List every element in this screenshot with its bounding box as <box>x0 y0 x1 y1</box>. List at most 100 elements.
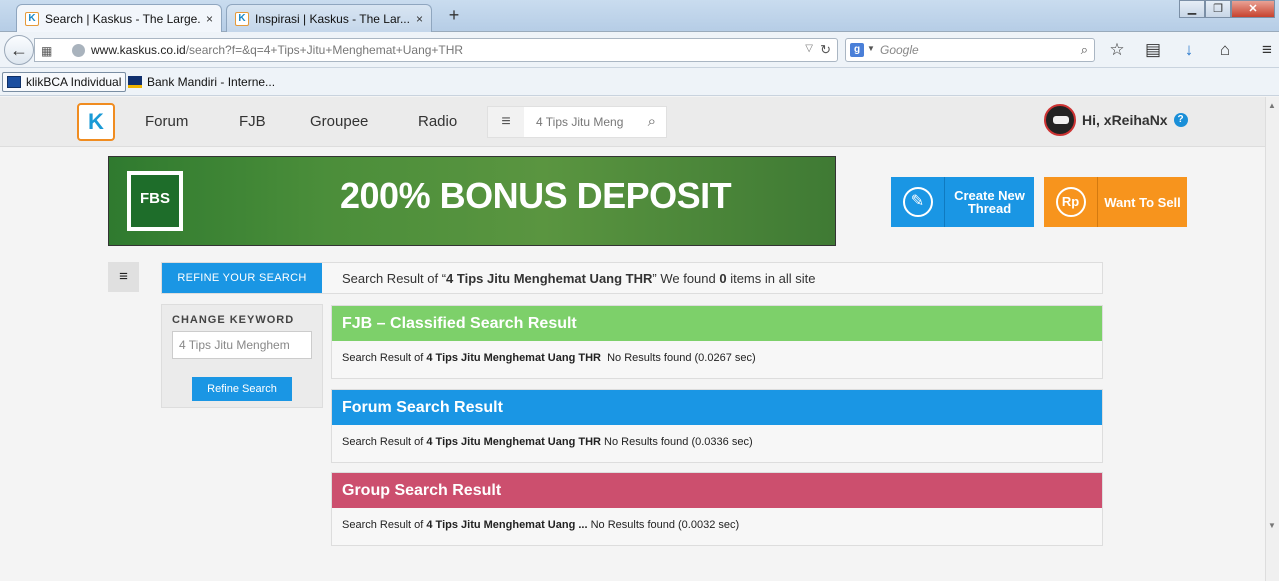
group-results-section: Group Search Result Search Result of 4 T… <box>331 472 1103 546</box>
bca-icon <box>7 76 21 88</box>
scroll-up-icon[interactable]: ▲ <box>1268 101 1276 110</box>
group-results-heading: Group Search Result <box>332 473 1102 508</box>
kaskus-search-input[interactable]: 4 Tips Jitu Meng <box>536 115 628 129</box>
result-prefix: Search Result of <box>342 436 427 448</box>
summary-count: 0 <box>719 271 727 286</box>
download-icon[interactable]: ↓ <box>1178 40 1200 60</box>
new-tab-button[interactable]: + <box>444 6 464 26</box>
result-status: No Results found (0.0267 sec) <box>600 352 756 364</box>
maximize-button[interactable]: ❐ <box>1205 0 1231 18</box>
nav-forum[interactable]: Forum <box>145 113 188 130</box>
user-menu[interactable]: Hi, xReihaNx ? <box>1044 104 1188 136</box>
change-keyword-heading: CHANGE KEYWORD <box>172 314 295 326</box>
minimize-button[interactable]: ▁ <box>1179 0 1205 18</box>
toolbar-icons: ☆ ▤ ↓ ⌂ ≡ <box>1106 40 1278 60</box>
result-query: 4 Tips Jitu Menghemat Uang THR <box>426 352 601 364</box>
result-prefix: Search Result of <box>342 352 427 364</box>
fjb-results-heading: FJB – Classified Search Result <box>332 306 1102 341</box>
bookmark-label: Bank Mandiri - Interne... <box>147 75 276 89</box>
search-icon[interactable]: ⌕ <box>648 113 656 130</box>
kaskus-favicon-icon: K <box>235 11 249 26</box>
google-icon[interactable]: g <box>850 43 864 57</box>
want-to-sell-button[interactable]: Rp Want To Sell <box>1044 177 1187 227</box>
url-path: /search?f=&q=4+Tips+Jitu+Menghemat+Uang+… <box>185 43 464 57</box>
sidebar-toggle-button[interactable]: ≡ <box>108 262 139 292</box>
url-text: www.kaskus.co.id/search?f=&q=4+Tips+Jitu… <box>91 43 463 57</box>
bookmark-star-icon[interactable]: ☆ <box>1106 40 1128 60</box>
forum-results-heading: Forum Search Result <box>332 390 1102 425</box>
result-status: No Results found (0.0032 sec) <box>587 519 740 531</box>
dropdown-icon[interactable]: ▽ <box>805 43 813 54</box>
rupiah-glyph: Rp <box>1055 187 1086 217</box>
url-domain: www.kaskus.co.id <box>91 43 186 57</box>
close-window-button[interactable]: ✕ <box>1231 0 1275 18</box>
vertical-scrollbar[interactable]: ▲ ▼ <box>1265 97 1279 581</box>
banner-headline: 200% BONUS DEPOSIT <box>340 175 732 216</box>
summary-mid: ” We found <box>652 271 720 286</box>
menu-icon[interactable]: ≡ <box>1256 40 1278 60</box>
tab-title: Search | Kaskus - The Large... <box>45 11 200 26</box>
forum-results-body: Search Result of 4 Tips Jitu Menghemat U… <box>332 425 1102 462</box>
change-keyword-panel: CHANGE KEYWORD 4 Tips Jitu Menghem Refin… <box>161 304 323 408</box>
create-thread-label: Create New Thread <box>954 188 1025 216</box>
fbs-ad-banner[interactable]: FBS 200% BONUS DEPOSIT <box>108 156 836 246</box>
nav-groupee[interactable]: Groupee <box>310 113 368 130</box>
kaskus-favicon-icon: K <box>25 11 39 26</box>
result-query: 4 Tips Jitu Menghemat Uang THR <box>426 436 601 448</box>
pencil-icon: ✎ <box>891 177 945 227</box>
bookmark-label: klikBCA Individual <box>26 75 122 89</box>
create-thread-button[interactable]: ✎ Create New Thread <box>891 177 1034 227</box>
help-icon[interactable]: ? <box>1173 113 1188 127</box>
tab-groups-icon[interactable]: ▦ <box>41 44 52 58</box>
fjb-results-body: Search Result of 4 Tips Jitu Menghemat U… <box>332 341 1102 378</box>
page-content: K Forum FJB Groupee Radio ≡ 4 Tips Jitu … <box>0 97 1279 581</box>
nav-radio[interactable]: Radio <box>418 113 457 130</box>
tab-search-kaskus[interactable]: K Search | Kaskus - The Large... × <box>16 4 222 32</box>
back-button[interactable]: ← <box>4 35 34 65</box>
pencil-glyph: ✎ <box>902 187 933 217</box>
bookmarks-list-icon[interactable]: ▤ <box>1142 40 1164 60</box>
search-summary: Search Result of “4 Tips Jitu Menghemat … <box>342 271 815 286</box>
mandiri-icon <box>128 76 142 88</box>
keyword-input[interactable]: 4 Tips Jitu Menghem <box>172 331 312 359</box>
browser-search-box[interactable]: g ▼ Google ⌕ <box>845 38 1095 62</box>
summary-prefix: Search Result of “ <box>342 271 447 286</box>
group-results-body: Search Result of 4 Tips Jitu Menghemat U… <box>332 508 1102 545</box>
close-tab-icon[interactable]: × <box>416 12 423 26</box>
fbs-logo: FBS <box>127 171 183 231</box>
user-greeting[interactable]: Hi, xReihaNx <box>1082 112 1168 128</box>
address-bar[interactable]: ▦ www.kaskus.co.id/search?f=&q=4+Tips+Ji… <box>34 38 838 62</box>
tab-inspirasi-kaskus[interactable]: K Inspirasi | Kaskus - The Lar... × <box>226 4 432 32</box>
result-status: No Results found (0.0336 sec) <box>600 436 753 448</box>
reload-icon[interactable]: ↻ <box>820 42 831 58</box>
globe-icon <box>72 44 85 57</box>
home-icon[interactable]: ⌂ <box>1214 40 1236 60</box>
scroll-down-icon[interactable]: ▼ <box>1268 521 1276 530</box>
rupiah-icon: Rp <box>1044 177 1098 227</box>
nav-fjb[interactable]: FJB <box>239 113 266 130</box>
tab-title: Inspirasi | Kaskus - The Lar... <box>255 11 410 26</box>
close-tab-icon[interactable]: × <box>206 12 213 26</box>
browser-tab-bar: K Search | Kaskus - The Large... × K Ins… <box>0 0 1279 32</box>
chevron-down-icon[interactable]: ▼ <box>867 44 875 53</box>
browser-nav-bar: ← ▦ www.kaskus.co.id/search?f=&q=4+Tips+… <box>0 32 1279 68</box>
avatar[interactable] <box>1044 104 1076 136</box>
tab-refine-search[interactable]: REFINE YOUR SEARCH <box>162 263 322 293</box>
summary-suffix: items in all site <box>726 271 816 286</box>
summary-query: 4 Tips Jitu Menghemat Uang THR <box>446 271 653 286</box>
result-query: 4 Tips Jitu Menghemat Uang ... <box>426 519 588 531</box>
kaskus-logo[interactable]: K <box>77 103 115 141</box>
bookmark-mandiri[interactable]: Bank Mandiri - Interne... <box>124 72 279 92</box>
result-prefix: Search Result of <box>342 519 427 531</box>
want-to-sell-label: Want To Sell <box>1104 194 1181 210</box>
menu-icon[interactable]: ≡ <box>488 107 524 137</box>
bookmarks-bar: klikBCA Individual Bank Mandiri - Intern… <box>0 68 1279 96</box>
search-icon[interactable]: ⌕ <box>1081 42 1088 58</box>
fbs-brand-text: FBS <box>131 175 179 227</box>
bookmark-klikbca[interactable]: klikBCA Individual <box>2 72 127 92</box>
search-summary-bar: REFINE YOUR SEARCH Search Result of “4 T… <box>161 262 1103 294</box>
refine-search-button[interactable]: Refine Search <box>192 377 292 401</box>
forum-results-section: Forum Search Result Search Result of 4 T… <box>331 389 1103 463</box>
kaskus-header: K Forum FJB Groupee Radio ≡ 4 Tips Jitu … <box>0 97 1265 147</box>
kaskus-search-bar[interactable]: ≡ 4 Tips Jitu Meng ⌕ <box>487 106 667 138</box>
